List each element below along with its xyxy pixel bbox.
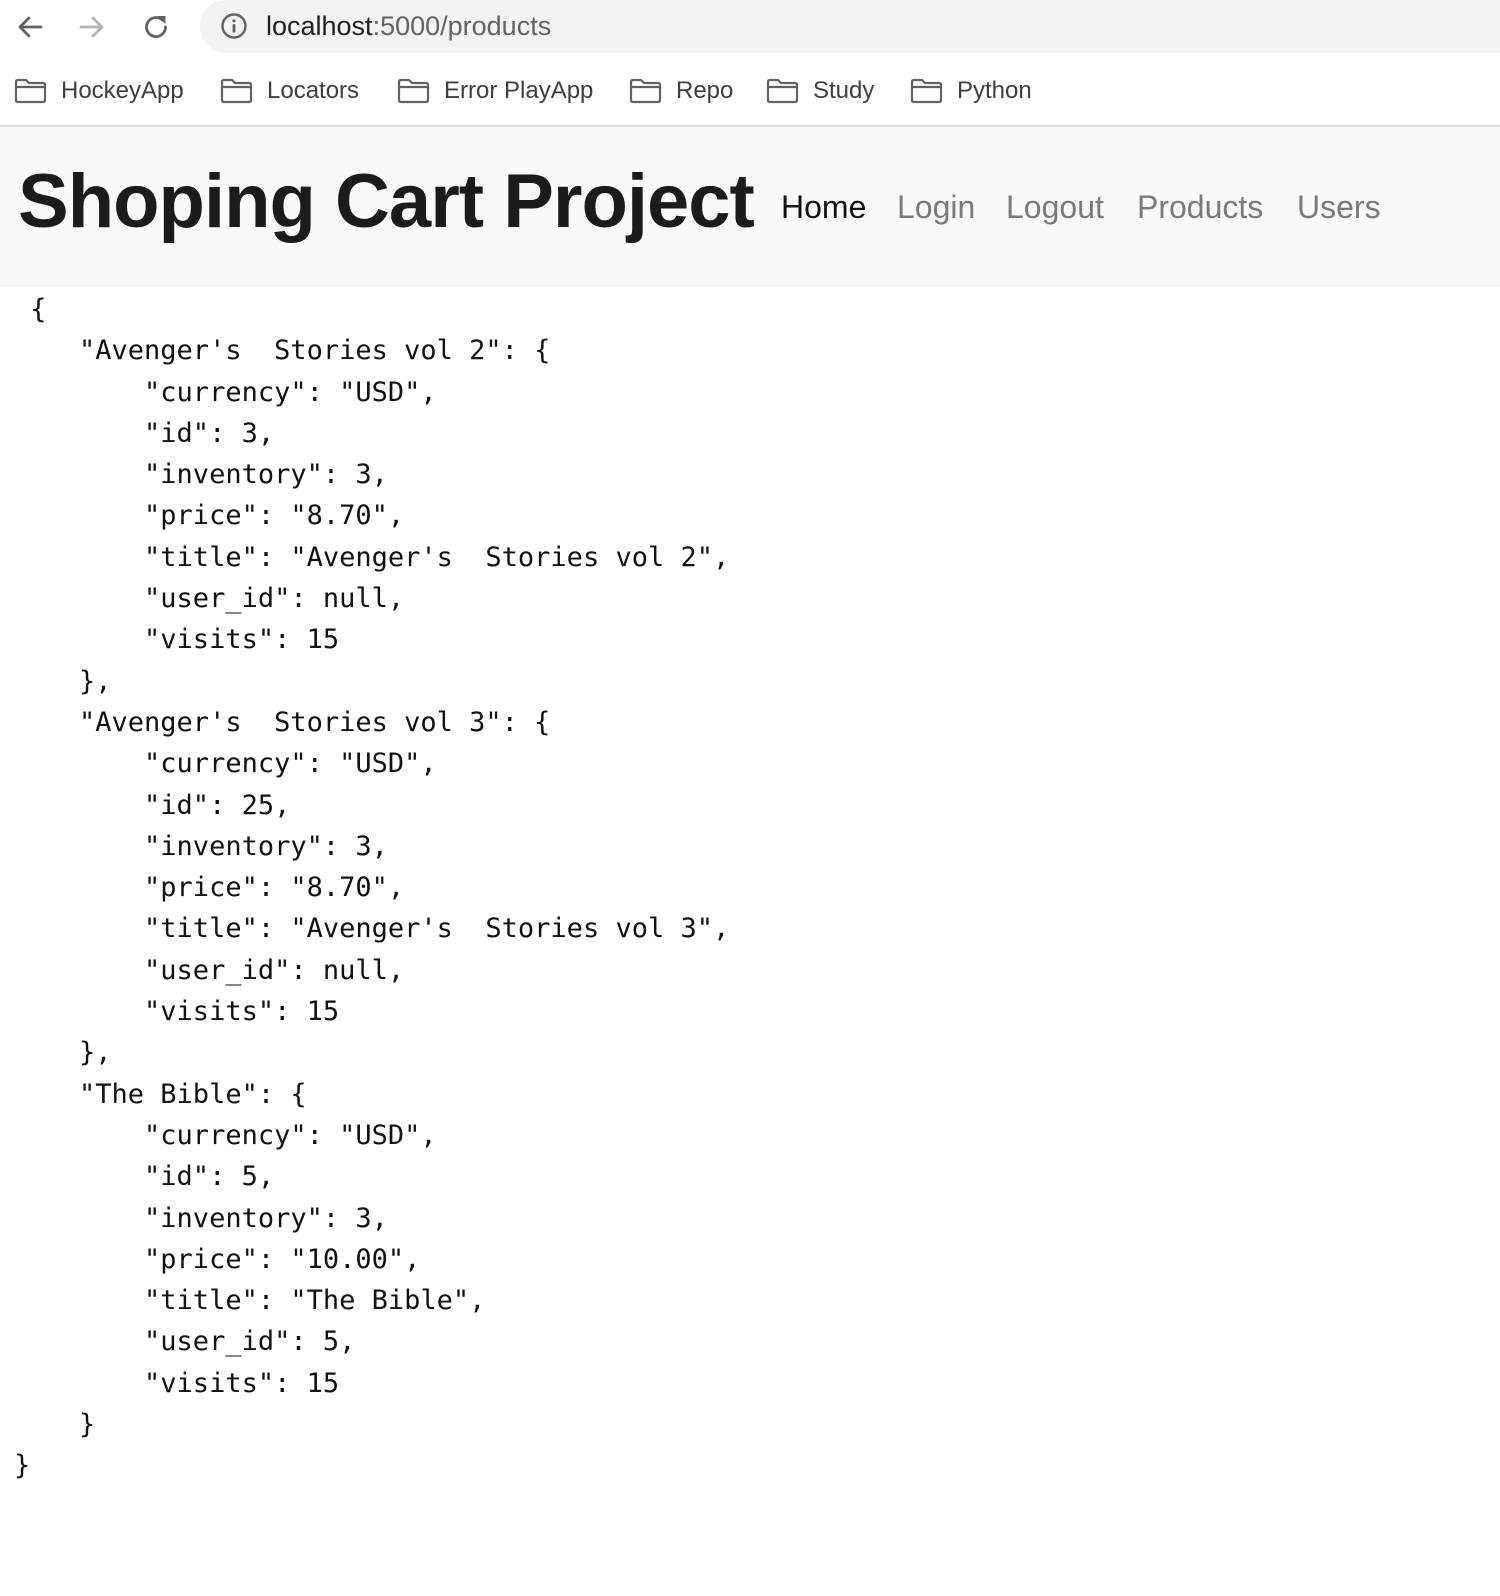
bookmark-label: Python [957,77,1032,104]
bookmark-label: Locators [267,77,360,104]
bookmark-error-playapp[interactable]: Error PlayApp [397,76,593,106]
bookmark-label: Study [813,77,875,104]
bookmark-label: HockeyApp [61,77,184,104]
folder-icon [397,78,430,104]
info-icon[interactable] [220,12,248,40]
nav-link-home[interactable]: Home [781,187,866,227]
bookmark-locators[interactable]: Locators [220,76,359,106]
folder-icon [14,78,47,104]
folder-icon [910,78,943,104]
bookmark-python[interactable]: Python [910,76,1032,106]
browser-toolbar: localhost:5000/products [0,0,1500,54]
folder-icon [766,78,799,104]
nav-link-login[interactable]: Login [897,187,975,227]
brand-title[interactable]: Shoping Cart Project [18,157,755,247]
url-path: :5000/products [372,11,552,41]
bookmark-hockeyapp[interactable]: HockeyApp [14,76,184,106]
url-host: localhost [266,11,373,41]
forward-button[interactable] [72,7,112,47]
url-text[interactable]: localhost:5000/products [266,11,551,41]
site-navbar: Shoping Cart Project Home Login Logout P… [0,127,1500,287]
json-response-body: { "Avenger's Stories vol 2": { "currency… [14,294,730,1482]
nav-link-products[interactable]: Products [1137,187,1263,227]
reload-icon [145,16,167,38]
bookmark-label: Error PlayApp [444,77,594,104]
back-arrow-icon [18,16,43,38]
bookmark-label: Repo [676,77,734,104]
bookmarks-bar: HockeyApp Locators Error PlayApp Repo St… [0,54,1500,127]
bookmark-study[interactable]: Study [766,76,874,106]
reload-button[interactable] [136,7,176,47]
folder-icon [629,78,662,104]
forward-arrow-icon [79,16,104,38]
nav-link-logout[interactable]: Logout [1006,187,1104,227]
back-button[interactable] [10,7,50,47]
folder-icon [220,78,253,104]
address-bar[interactable]: localhost:5000/products [200,0,1500,53]
nav-link-users[interactable]: Users [1297,187,1381,227]
bookmark-repo[interactable]: Repo [629,76,733,106]
